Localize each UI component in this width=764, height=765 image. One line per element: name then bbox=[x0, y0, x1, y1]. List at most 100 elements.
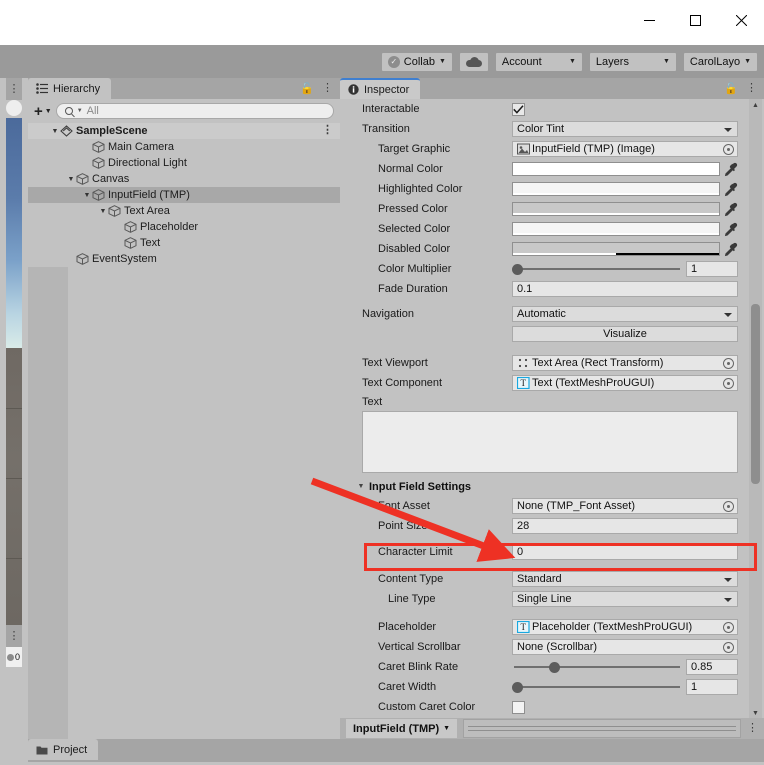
font-asset-field[interactable]: None (TMP_Font Asset) bbox=[512, 498, 738, 514]
console-count: 0 bbox=[15, 652, 21, 662]
eyedropper-icon[interactable] bbox=[723, 162, 738, 177]
placeholder-field[interactable]: T Placeholder (TextMeshProUGUI) bbox=[512, 619, 738, 635]
pressed-color-swatch[interactable] bbox=[512, 202, 720, 216]
footer-object-tab[interactable]: InputField (TMP) ▼ bbox=[346, 719, 458, 738]
interactable-checkbox[interactable] bbox=[512, 102, 525, 116]
scroll-up-icon[interactable]: ▲ bbox=[749, 99, 762, 111]
label-text-viewport: Text Viewport bbox=[362, 357, 428, 369]
tab-inspector[interactable]: Inspector bbox=[340, 78, 421, 99]
custom-caret-color-checkbox[interactable] bbox=[512, 700, 525, 714]
collab-button[interactable]: ✓ Collab ▼ bbox=[380, 51, 453, 72]
eyedropper-icon[interactable] bbox=[723, 182, 738, 197]
unity-toolbar: ✓ Collab ▼ Account ▼ Layers ▼ CarolLayo … bbox=[0, 45, 764, 78]
label-vertical-scrollbar: Vertical Scrollbar bbox=[378, 641, 461, 653]
window-titlebar bbox=[0, 0, 764, 45]
cloud-icon bbox=[465, 56, 482, 67]
layers-button[interactable]: Layers ▼ bbox=[588, 51, 677, 72]
lock-icon[interactable]: 🔓 bbox=[300, 82, 314, 95]
target-graphic-field[interactable]: InputField (TMP) (Image) bbox=[512, 141, 738, 157]
text-textarea[interactable] bbox=[362, 411, 738, 473]
layout-button[interactable]: CarolLayo ▼ bbox=[682, 51, 758, 72]
account-button[interactable]: Account ▼ bbox=[494, 51, 583, 72]
transition-dropdown[interactable]: Color Tint bbox=[512, 121, 738, 137]
kebab-icon[interactable]: ⋮ bbox=[322, 83, 333, 94]
caret-width-slider[interactable] bbox=[512, 679, 682, 695]
highlighted-color-swatch[interactable] bbox=[512, 182, 720, 196]
point-size-input[interactable]: 28 bbox=[512, 518, 738, 534]
kebab-icon[interactable]: ⋮ bbox=[746, 83, 757, 94]
scene-view-ground[interactable] bbox=[6, 348, 22, 625]
chevron-down-icon[interactable]: ▼ bbox=[66, 176, 76, 183]
hierarchy-toolbar: + ▼ ▼ All bbox=[28, 99, 340, 123]
disabled-color-swatch[interactable] bbox=[512, 242, 720, 256]
row-vertical-scrollbar: Vertical Scrollbar None (Scrollbar) bbox=[340, 637, 764, 657]
scene-search-input[interactable] bbox=[6, 100, 22, 116]
hierarchy-tabbar: Hierarchy 🔓 ⋮ bbox=[28, 78, 340, 99]
scrollbar-thumb[interactable] bbox=[751, 304, 760, 484]
label-normal-color: Normal Color bbox=[378, 163, 443, 175]
label-caret-blink-rate: Caret Blink Rate bbox=[378, 661, 459, 673]
hierarchy-item-samplescene[interactable]: ▼ SampleScene ⋮ bbox=[28, 123, 340, 139]
eyedropper-icon[interactable] bbox=[723, 242, 738, 257]
hierarchy-item-text[interactable]: Text bbox=[28, 235, 340, 251]
line-type-dropdown[interactable]: Single Line bbox=[512, 591, 738, 607]
maximize-button[interactable] bbox=[672, 0, 718, 40]
slider-knob[interactable] bbox=[512, 263, 523, 275]
hierarchy-item-text-area[interactable]: ▼ Text Area bbox=[28, 203, 340, 219]
hierarchy-search-input[interactable]: ▼ All bbox=[55, 103, 334, 119]
slider-knob[interactable] bbox=[549, 661, 561, 673]
hierarchy-item-eventsystem[interactable]: EventSystem bbox=[28, 251, 340, 267]
eyedropper-icon[interactable] bbox=[723, 222, 738, 237]
console-status-bar[interactable]: 0 bbox=[6, 647, 22, 667]
content-type-dropdown[interactable]: Standard bbox=[512, 571, 738, 587]
kebab-icon: ⋮ bbox=[8, 82, 20, 95]
lock-icon[interactable]: 🔓 bbox=[724, 82, 738, 95]
eyedropper-icon[interactable] bbox=[723, 202, 738, 217]
hierarchy-item-label: Placeholder bbox=[140, 221, 199, 233]
slider-knob[interactable] bbox=[512, 681, 523, 693]
tab-hierarchy[interactable]: Hierarchy bbox=[28, 78, 112, 99]
hierarchy-item-canvas[interactable]: ▼ Canvas bbox=[28, 171, 340, 187]
tab-project[interactable]: Project bbox=[28, 739, 99, 760]
caret-blink-rate-value[interactable]: 0.85 bbox=[686, 659, 738, 675]
caret-width-value[interactable]: 1 bbox=[686, 679, 738, 695]
color-multiplier-value[interactable]: 1 bbox=[686, 261, 738, 277]
hierarchy-item-placeholder[interactable]: Placeholder bbox=[28, 219, 340, 235]
object-picker-icon[interactable] bbox=[723, 144, 734, 155]
hierarchy-item-main-camera[interactable]: Main Camera bbox=[28, 139, 340, 155]
vertical-scrollbar-field[interactable]: None (Scrollbar) bbox=[512, 639, 738, 655]
hierarchy-item-directional-light[interactable]: Directional Light bbox=[28, 155, 340, 171]
navigation-dropdown[interactable]: Automatic bbox=[512, 306, 738, 322]
input-field-settings-foldout[interactable]: ▼ Input Field Settings bbox=[340, 477, 764, 496]
minimize-button[interactable] bbox=[626, 0, 672, 40]
normal-color-swatch[interactable] bbox=[512, 162, 720, 176]
close-button[interactable] bbox=[718, 0, 764, 40]
text-viewport-field[interactable]: Text Area (Rect Transform) bbox=[512, 355, 738, 371]
object-picker-icon[interactable] bbox=[723, 501, 734, 512]
scene-view-tab[interactable]: ⋮ bbox=[6, 78, 22, 100]
hierarchy-item-inputfield-tmp[interactable]: ▼ InputField (TMP) bbox=[28, 187, 340, 203]
chevron-down-icon[interactable]: ▼ bbox=[82, 192, 92, 199]
chevron-down-icon[interactable]: ▼ bbox=[98, 208, 108, 215]
scene-view-sky[interactable] bbox=[6, 118, 22, 348]
text-component-value: Text (TextMeshProUGUI) bbox=[532, 377, 655, 389]
character-limit-input[interactable]: 0 bbox=[512, 544, 738, 560]
visualize-button[interactable]: Visualize bbox=[512, 326, 738, 342]
object-picker-icon[interactable] bbox=[723, 642, 734, 653]
kebab-icon[interactable]: ⋮ bbox=[747, 723, 758, 734]
cloud-services-button[interactable] bbox=[458, 51, 489, 72]
console-view-tab[interactable]: ⋮ bbox=[6, 625, 22, 647]
fade-duration-input[interactable]: 0.1 bbox=[512, 281, 738, 297]
inspector-scrollbar[interactable]: ▲ ▼ bbox=[749, 99, 762, 719]
object-picker-icon[interactable] bbox=[723, 378, 734, 389]
create-object-button[interactable]: + ▼ bbox=[34, 103, 52, 120]
row-character-limit: Character Limit 0 bbox=[340, 542, 764, 562]
object-picker-icon[interactable] bbox=[723, 622, 734, 633]
caret-blink-rate-slider[interactable] bbox=[512, 659, 682, 675]
kebab-icon[interactable]: ⋮ bbox=[322, 125, 333, 136]
color-multiplier-slider[interactable] bbox=[512, 261, 682, 277]
selected-color-swatch[interactable] bbox=[512, 222, 720, 236]
object-picker-icon[interactable] bbox=[723, 358, 734, 369]
text-component-field[interactable]: T Text (TextMeshProUGUI) bbox=[512, 375, 738, 391]
chevron-down-icon[interactable]: ▼ bbox=[50, 128, 60, 135]
